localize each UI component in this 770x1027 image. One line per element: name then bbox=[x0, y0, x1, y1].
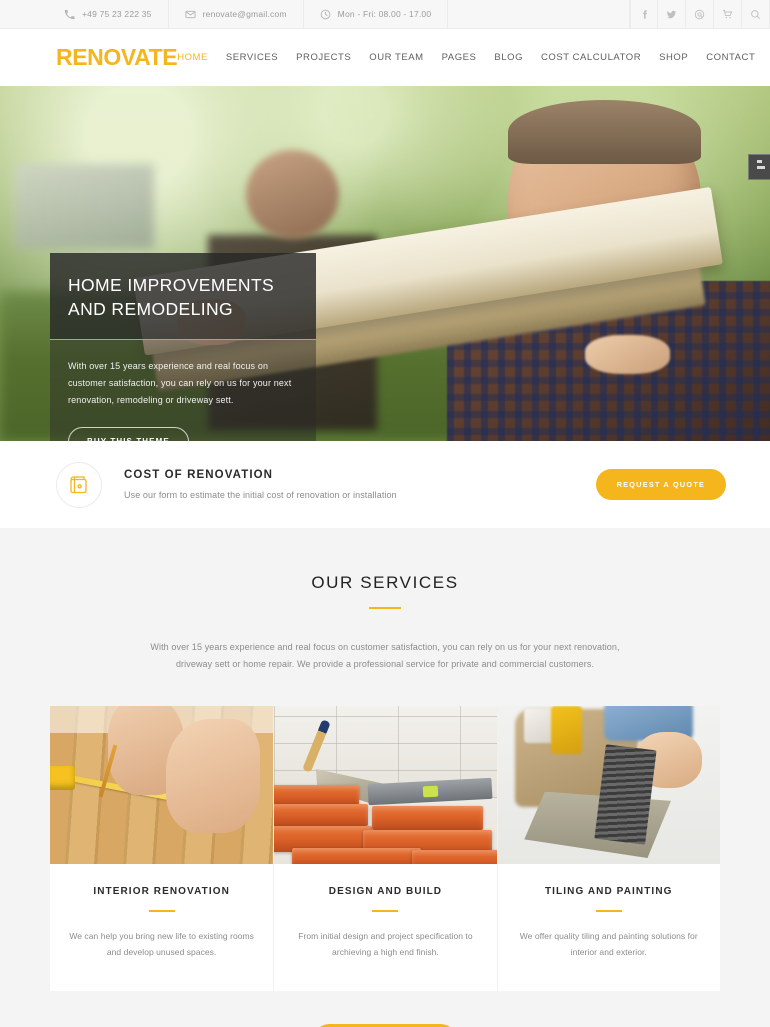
brick bbox=[292, 848, 421, 865]
cost-bar-title: COST OF RENOVATION bbox=[124, 469, 274, 481]
hero-worker-hair bbox=[508, 100, 701, 165]
twitter-icon[interactable] bbox=[658, 0, 686, 28]
brick bbox=[372, 805, 484, 830]
service-card[interactable]: TILING AND PAINTING We offer quality til… bbox=[496, 706, 720, 991]
service-card-title: DESIGN AND BUILD bbox=[328, 886, 443, 898]
service-card[interactable]: DESIGN AND BUILD From initial design and… bbox=[273, 706, 497, 991]
hero-title-line1: HOME IMPROVEMENTS bbox=[68, 275, 275, 295]
clock-icon bbox=[320, 9, 331, 20]
service-card-rule bbox=[148, 910, 175, 913]
brick bbox=[412, 850, 497, 865]
services-title-rule bbox=[369, 607, 401, 609]
top-bar-contact-group: +49 75 23 222 35 renovate@gmail.com Mon … bbox=[0, 0, 449, 28]
yellow-tool bbox=[550, 706, 583, 754]
service-card-description: From initial design and project specific… bbox=[298, 931, 473, 957]
hours-item: Mon - Fri: 08.00 - 17.00 bbox=[304, 0, 449, 28]
wallet-icon bbox=[56, 461, 102, 508]
service-card-body: TILING AND PAINTING We offer quality til… bbox=[498, 864, 720, 990]
nav-item-services[interactable]: SERVICES bbox=[226, 52, 278, 63]
buy-this-theme-button[interactable]: BUY THIS THEME bbox=[68, 427, 189, 441]
service-card-title: TILING AND PAINTING bbox=[544, 886, 673, 898]
search-icon[interactable] bbox=[742, 0, 770, 28]
services-intro: With over 15 years experience and real f… bbox=[150, 642, 620, 669]
site-header: RENOVATE HOME SERVICES PROJECTS OUR TEAM… bbox=[0, 29, 770, 86]
cost-of-renovation-bar: COST OF RENOVATION Use our form to estim… bbox=[0, 441, 770, 528]
request-a-quote-button[interactable]: REQUEST A QUOTE bbox=[595, 469, 726, 500]
hero-title-block: HOME IMPROVEMENTS AND REMODELING bbox=[50, 253, 316, 341]
service-card-body: INTERIOR RENOVATION We can help you brin… bbox=[50, 864, 273, 990]
top-bar-spacer bbox=[448, 0, 630, 28]
service-card-rule bbox=[595, 910, 622, 913]
nav-item-cost-calculator[interactable]: COST CALCULATOR bbox=[541, 52, 641, 63]
service-card-rule bbox=[372, 910, 399, 913]
email-text: renovate@gmail.com bbox=[202, 9, 287, 19]
page-root: +49 75 23 222 35 renovate@gmail.com Mon … bbox=[0, 0, 770, 1027]
hero-second-worker-head bbox=[246, 149, 339, 239]
service-card-image-interior-renovation bbox=[50, 706, 274, 865]
top-bar-social-group bbox=[630, 0, 770, 28]
top-bar: +49 75 23 222 35 renovate@gmail.com Mon … bbox=[0, 0, 770, 29]
side-tab-line bbox=[757, 166, 765, 169]
hero-title: HOME IMPROVEMENTS AND REMODELING bbox=[68, 273, 298, 321]
service-card-image-tiling-and-painting bbox=[497, 706, 720, 865]
nav-item-projects[interactable]: PROJECTS bbox=[296, 52, 351, 63]
site-logo[interactable]: RENOVATE bbox=[56, 44, 178, 71]
arm-lower bbox=[166, 718, 260, 833]
service-card-image-design-and-build bbox=[274, 706, 497, 865]
service-card[interactable]: INTERIOR RENOVATION We can help you brin… bbox=[50, 706, 274, 991]
hero-banner: HOME IMPROVEMENTS AND REMODELING With ov… bbox=[0, 86, 770, 441]
service-cards: INTERIOR RENOVATION We can help you brin… bbox=[50, 706, 720, 991]
cost-bar-text: COST OF RENOVATION Use our form to estim… bbox=[124, 469, 596, 500]
facebook-icon[interactable] bbox=[630, 0, 658, 28]
view-all-wrapper: VIEW ALL SERVICES bbox=[0, 991, 770, 1027]
nav-item-shop[interactable]: SHOP bbox=[659, 52, 688, 63]
service-card-title: INTERIOR RENOVATION bbox=[93, 886, 230, 898]
hero-description: With over 15 years experience and real f… bbox=[68, 361, 292, 405]
hero-caption-box: HOME IMPROVEMENTS AND REMODELING With ov… bbox=[50, 253, 316, 441]
phone-text: +49 75 23 222 35 bbox=[82, 9, 152, 19]
our-services-section: OUR SERVICES With over 15 years experien… bbox=[0, 528, 770, 1027]
brick bbox=[274, 804, 368, 827]
nav-item-home[interactable]: HOME bbox=[177, 52, 208, 63]
service-card-body: DESIGN AND BUILD From initial design and… bbox=[274, 864, 496, 990]
hero-title-line2: AND REMODELING bbox=[68, 299, 234, 320]
nav-item-our-team[interactable]: OUR TEAM bbox=[369, 52, 423, 63]
sticky-side-tab[interactable] bbox=[748, 154, 770, 180]
brick bbox=[274, 785, 359, 806]
hours-text: Mon - Fri: 08.00 - 17.00 bbox=[337, 9, 432, 19]
hero-hand-right bbox=[585, 334, 670, 374]
service-card-description: We can help you bring new life to existi… bbox=[69, 931, 254, 957]
instagram-icon[interactable] bbox=[686, 0, 714, 28]
main-navigation: HOME SERVICES PROJECTS OUR TEAM PAGES BL… bbox=[177, 52, 755, 63]
cost-bar-subtitle: Use our form to estimate the initial cos… bbox=[124, 490, 397, 500]
phone-icon bbox=[64, 9, 75, 20]
hero-body-block: With over 15 years experience and real f… bbox=[50, 340, 316, 441]
phone-item[interactable]: +49 75 23 222 35 bbox=[56, 0, 169, 28]
nav-item-pages[interactable]: PAGES bbox=[442, 52, 477, 63]
services-title: OUR SERVICES bbox=[311, 573, 459, 592]
envelope-icon bbox=[185, 9, 196, 20]
service-card-description: We offer quality tiling and painting sol… bbox=[519, 931, 698, 957]
email-item[interactable]: renovate@gmail.com bbox=[169, 0, 304, 28]
nav-item-contact[interactable]: CONTACT bbox=[706, 52, 755, 63]
nav-item-blog[interactable]: BLOG bbox=[494, 52, 523, 63]
side-tab-line bbox=[757, 160, 762, 163]
hero-house bbox=[15, 164, 154, 250]
cart-icon[interactable] bbox=[714, 0, 742, 28]
